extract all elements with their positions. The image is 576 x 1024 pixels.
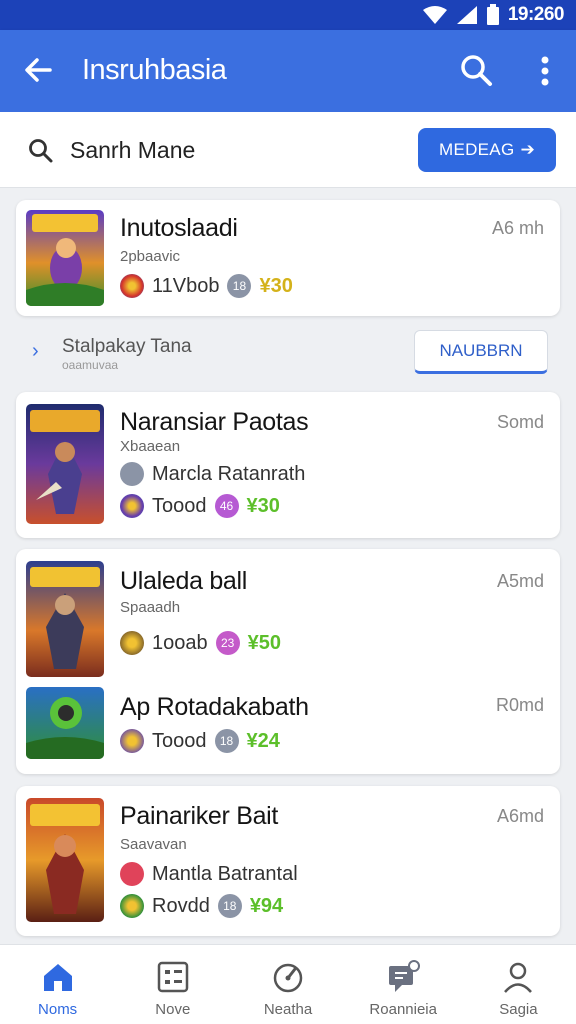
meta-row: 1ooab 23 ¥50 <box>120 630 281 656</box>
section-divider: › Stalpakay Tana oaamuvaa NAUBBRN <box>0 322 576 384</box>
avatar-icon <box>120 274 144 298</box>
search-field-icon <box>29 139 53 163</box>
status-time: 19:260 <box>507 4 565 25</box>
game-title: Naransiar Paotas <box>120 408 309 436</box>
game-thumbnail <box>26 798 104 922</box>
list-item[interactable]: Naransiar Paotas Xbaaean Somd Marcla Rat… <box>16 392 560 538</box>
meta-author: Mantla Batrantal <box>152 862 298 885</box>
nav-label: Sagia <box>499 1001 538 1018</box>
game-card[interactable]: Ulaleda ball Spaaadh A5md 1ooab 23 ¥50 A… <box>16 549 560 774</box>
chat-icon <box>389 960 421 992</box>
game-card[interactable]: Naransiar Paotas Xbaaean Somd Marcla Rat… <box>16 392 560 538</box>
game-subtitle: Xbaaean <box>120 438 181 455</box>
battery-icon <box>486 4 499 25</box>
meta-count: Toood <box>152 729 207 752</box>
nav-label: Noms <box>38 1001 78 1018</box>
level-badge: 46 <box>214 494 239 518</box>
game-thumbnail <box>26 404 104 524</box>
avatar-icon <box>120 894 144 918</box>
avatar-icon <box>120 631 144 655</box>
wifi-icon <box>422 6 447 24</box>
nav-item-home[interactable]: Noms <box>0 945 115 1024</box>
game-subtitle: 2pbaavic <box>120 248 181 265</box>
chevron-right-icon[interactable]: › <box>32 340 39 363</box>
meta-row: Rovdd 18 ¥94 <box>120 893 283 919</box>
game-card[interactable]: Inutoslaadi 2pbaavic A6 mh 11Vbob 18 ¥30 <box>16 200 560 316</box>
avatar-icon <box>120 729 144 753</box>
game-thumbnail <box>26 687 104 759</box>
more-options-icon[interactable] <box>530 54 560 88</box>
section-action-button[interactable]: NAUBBRN <box>414 330 548 374</box>
back-arrow-icon[interactable] <box>22 54 54 86</box>
game-thumbnail <box>26 561 104 677</box>
search-icon[interactable] <box>458 52 494 88</box>
grid-card-icon <box>157 961 189 993</box>
avatar-icon <box>120 494 144 518</box>
meta-count: Rovdd <box>152 894 210 917</box>
primary-action-button[interactable]: MEDEAG ➔ <box>418 128 556 172</box>
time-label: Somd <box>496 412 544 432</box>
section-label: Stalpakay Tana <box>62 336 192 357</box>
bottom-nav: Noms Nove Neatha Roannieia Sagia <box>0 944 576 1024</box>
level-badge: 18 <box>217 894 242 918</box>
level-badge: 18 <box>227 274 252 298</box>
arrow-right-icon: ➔ <box>520 140 536 159</box>
game-card[interactable]: Painariker Bait Saavavan A6md Mantla Bat… <box>16 786 560 936</box>
app-bar: Insruhbasia <box>0 30 576 112</box>
game-subtitle: Saavavan <box>120 836 187 853</box>
list-item[interactable]: Ap Rotadakabath R0md Toood 18 ¥24 <box>16 679 560 774</box>
info-icon <box>120 462 144 486</box>
search-input[interactable] <box>70 132 400 168</box>
price-label: ¥30 <box>259 274 293 297</box>
price-label: ¥24 <box>246 729 280 752</box>
list-item[interactable]: Ulaleda ball Spaaadh A5md 1ooab 23 ¥50 <box>16 549 560 679</box>
signal-icon <box>456 6 477 24</box>
primary-action-label: MEDEAG <box>438 140 515 159</box>
meta-row: Toood 18 ¥24 <box>120 728 280 754</box>
search-row: MEDEAG ➔ <box>0 112 576 188</box>
meta-row: 11Vbob 18 ¥30 <box>120 273 293 299</box>
game-thumbnail <box>26 210 104 306</box>
time-label: A6md <box>496 806 544 826</box>
meta-count: Toood <box>152 494 207 517</box>
nav-label: Nove <box>155 1001 191 1018</box>
nav-label: Roannieia <box>369 1001 437 1018</box>
nav-item-discover[interactable]: Neatha <box>230 945 345 1024</box>
game-title: Painariker Bait <box>120 802 279 830</box>
status-bar: 19:260 <box>0 0 576 30</box>
list-item[interactable]: Painariker Bait Saavavan A6md Mantla Bat… <box>16 786 560 936</box>
time-label: A5md <box>496 571 544 591</box>
nav-item-grid[interactable]: Nove <box>115 945 230 1024</box>
nav-item-messages[interactable]: Roannieia <box>346 945 461 1024</box>
price-label: ¥50 <box>247 631 281 654</box>
compass-icon <box>273 963 303 993</box>
nav-label: Neatha <box>263 1001 313 1018</box>
time-label: A6 mh <box>491 218 544 238</box>
list-item[interactable]: Inutoslaadi 2pbaavic A6 mh 11Vbob 18 ¥30 <box>16 200 560 316</box>
home-icon <box>43 964 72 991</box>
game-title: Inutoslaadi <box>120 214 238 242</box>
meta-author: Marcla Ratanrath <box>152 462 306 485</box>
nav-item-profile[interactable]: Sagia <box>461 945 576 1024</box>
meta-row: Toood 46 ¥30 <box>120 493 280 519</box>
meta-count: 11Vbob <box>152 274 220 297</box>
app-title: Insruhbasia <box>82 54 227 86</box>
meta-count: 1ooab <box>152 631 208 654</box>
game-subtitle: Spaaadh <box>120 599 181 616</box>
time-label: R0md <box>495 695 544 715</box>
price-label: ¥94 <box>249 894 284 917</box>
profile-icon <box>504 962 533 993</box>
price-label: ¥30 <box>246 494 280 517</box>
level-badge: 23 <box>215 631 240 655</box>
meta-row: Mantla Batrantal <box>120 861 298 887</box>
game-title: Ap Rotadakabath <box>120 693 309 721</box>
section-sublabel: oaamuvaa <box>62 358 119 372</box>
game-title: Ulaleda ball <box>120 567 248 595</box>
pin-icon <box>120 862 144 886</box>
status-icons: 19:260 <box>422 4 565 26</box>
level-badge: 18 <box>214 729 239 753</box>
meta-row: Marcla Ratanrath <box>120 461 305 487</box>
